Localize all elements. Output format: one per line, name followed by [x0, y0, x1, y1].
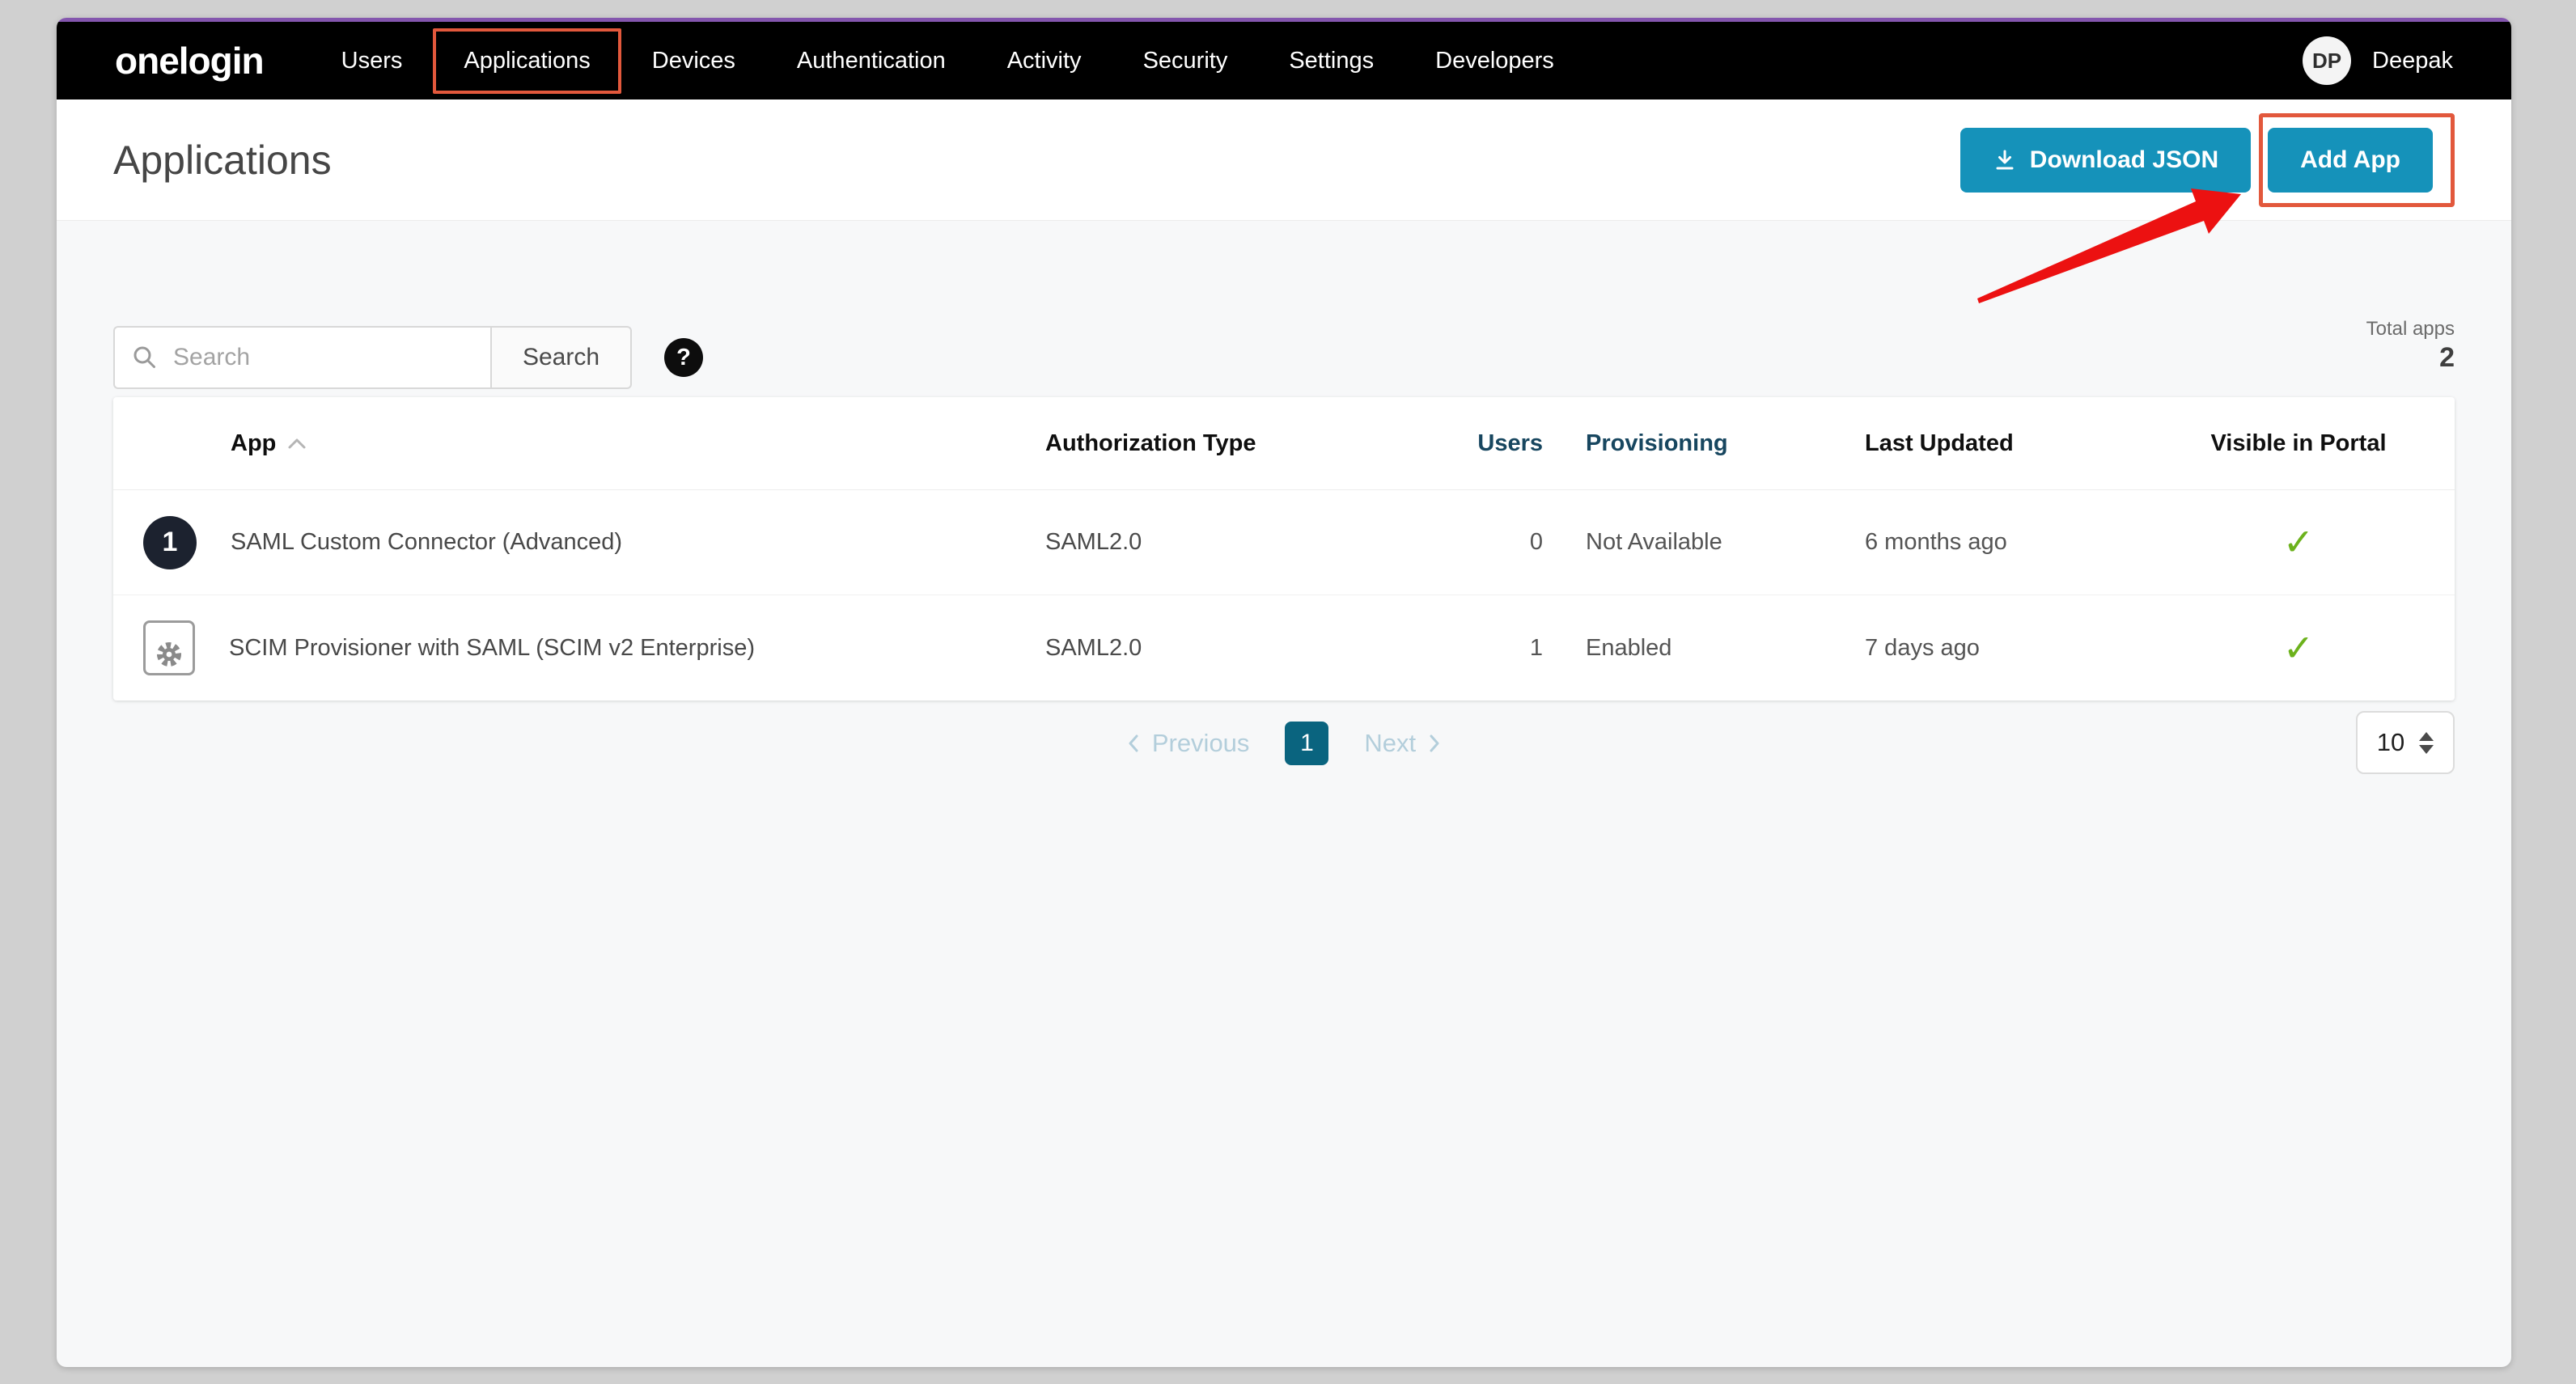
last-updated-cell: 7 days ago — [1822, 635, 2178, 662]
top-navbar: onelogin UsersApplicationsDevicesAuthent… — [57, 22, 2511, 99]
table-row[interactable]: 1 SAML Custom Connector (Advanced) SAML2… — [113, 490, 2455, 595]
search-box: Search — [113, 326, 632, 389]
toolbar: Search ? Total apps 2 — [113, 221, 2455, 389]
app-window: onelogin UsersApplicationsDevicesAuthent… — [57, 18, 2511, 1367]
chevron-left-icon — [1126, 734, 1141, 753]
table-body: 1 SAML Custom Connector (Advanced) SAML2… — [113, 490, 2455, 700]
visible-in-portal-cell: ✓ — [2178, 523, 2459, 561]
authorization-type-cell: SAML2.0 — [1045, 529, 1450, 556]
column-header-app-label: App — [231, 430, 276, 457]
spinner-arrows-icon — [2419, 732, 2434, 754]
page-size-value: 10 — [2377, 728, 2404, 757]
help-icon[interactable]: ? — [664, 338, 703, 377]
pagination-row: Previous 1 Next 10 — [113, 721, 2455, 785]
header-actions: Download JSON Add App — [1960, 113, 2455, 207]
nav-items: UsersApplicationsDevicesAuthenticationAc… — [311, 28, 1585, 94]
visible-check-icon: ✓ — [2283, 626, 2315, 670]
add-app-highlight-box: Add App — [2259, 113, 2455, 207]
column-header-users[interactable]: Users — [1450, 430, 1543, 457]
pagination: Previous 1 Next — [113, 721, 2455, 766]
user-name: Deepak — [2372, 48, 2453, 74]
nav-item-developers[interactable]: Developers — [1405, 28, 1585, 94]
column-header-last-updated: Last Updated — [1822, 430, 2178, 457]
next-label: Next — [1364, 729, 1416, 758]
page-header: Applications Download JSON Add App — [57, 99, 2511, 221]
nav-item-devices[interactable]: Devices — [621, 28, 766, 94]
authorization-type-cell: SAML2.0 — [1045, 635, 1450, 662]
page-content: Search ? Total apps 2 App Authoriza — [57, 221, 2511, 785]
applications-table: App Authorization Type Users Provisionin… — [113, 397, 2455, 700]
next-page-button[interactable]: Next — [1364, 729, 1442, 758]
current-page-button[interactable]: 1 — [1285, 722, 1328, 765]
nav-item-users[interactable]: Users — [311, 28, 434, 94]
chevron-right-icon — [1427, 734, 1442, 753]
add-app-button[interactable]: Add App — [2268, 128, 2433, 193]
visible-check-icon: ✓ — [2283, 520, 2315, 564]
column-header-app[interactable]: App — [113, 430, 1045, 457]
search-input[interactable] — [173, 344, 474, 371]
previous-page-button[interactable]: Previous — [1126, 729, 1250, 758]
nav-item-authentication[interactable]: Authentication — [766, 28, 977, 94]
nav-item-settings[interactable]: Settings — [1258, 28, 1405, 94]
provisioning-cell: Enabled — [1543, 635, 1822, 662]
search-button[interactable]: Search — [490, 326, 632, 389]
total-apps-label: Total apps — [2366, 318, 2455, 341]
visible-in-portal-cell: ✓ — [2178, 629, 2459, 667]
app-cell: SCIM Provisioner with SAML (SCIM v2 Ente… — [113, 620, 1045, 675]
download-icon — [1993, 148, 2017, 172]
nav-item-security[interactable]: Security — [1112, 28, 1259, 94]
app-name-link[interactable]: SCIM Provisioner with SAML (SCIM v2 Ente… — [229, 635, 755, 662]
app-number-badge-icon: 1 — [143, 516, 197, 569]
sort-ascending-icon — [287, 437, 307, 450]
onelogin-logo[interactable]: onelogin — [115, 39, 264, 83]
total-apps: Total apps 2 — [2366, 318, 2455, 374]
user-menu[interactable]: DP Deepak — [2303, 36, 2453, 85]
users-count-cell: 1 — [1450, 635, 1543, 662]
column-header-visible-in-portal: Visible in Portal — [2178, 430, 2459, 457]
last-updated-cell: 6 months ago — [1822, 529, 2178, 556]
download-json-label: Download JSON — [2030, 146, 2218, 174]
table-row[interactable]: SCIM Provisioner with SAML (SCIM v2 Ente… — [113, 595, 2455, 700]
search-input-wrap — [113, 326, 490, 389]
page-size-select[interactable]: 10 — [2356, 711, 2455, 774]
desktop-background: { "nav": { "logo": "onelogin", "items": … — [0, 0, 2576, 1384]
column-header-authorization-type: Authorization Type — [1045, 430, 1450, 457]
provisioning-cell: Not Available — [1543, 529, 1822, 556]
total-apps-value: 2 — [2366, 342, 2455, 374]
page-title: Applications — [113, 137, 332, 184]
avatar[interactable]: DP — [2303, 36, 2351, 85]
download-json-button[interactable]: Download JSON — [1960, 128, 2251, 193]
users-count-cell: 0 — [1450, 529, 1543, 556]
app-cell: 1 SAML Custom Connector (Advanced) — [113, 516, 1045, 569]
app-name-link[interactable]: SAML Custom Connector (Advanced) — [231, 529, 622, 556]
nav-item-applications[interactable]: Applications — [433, 28, 621, 94]
add-app-label: Add App — [2300, 146, 2400, 174]
nav-item-activity[interactable]: Activity — [977, 28, 1112, 94]
column-header-provisioning[interactable]: Provisioning — [1543, 430, 1822, 457]
previous-label: Previous — [1152, 729, 1250, 758]
search-icon — [131, 344, 159, 371]
table-header-row: App Authorization Type Users Provisionin… — [113, 397, 2455, 490]
app-window-gear-icon — [143, 620, 195, 675]
